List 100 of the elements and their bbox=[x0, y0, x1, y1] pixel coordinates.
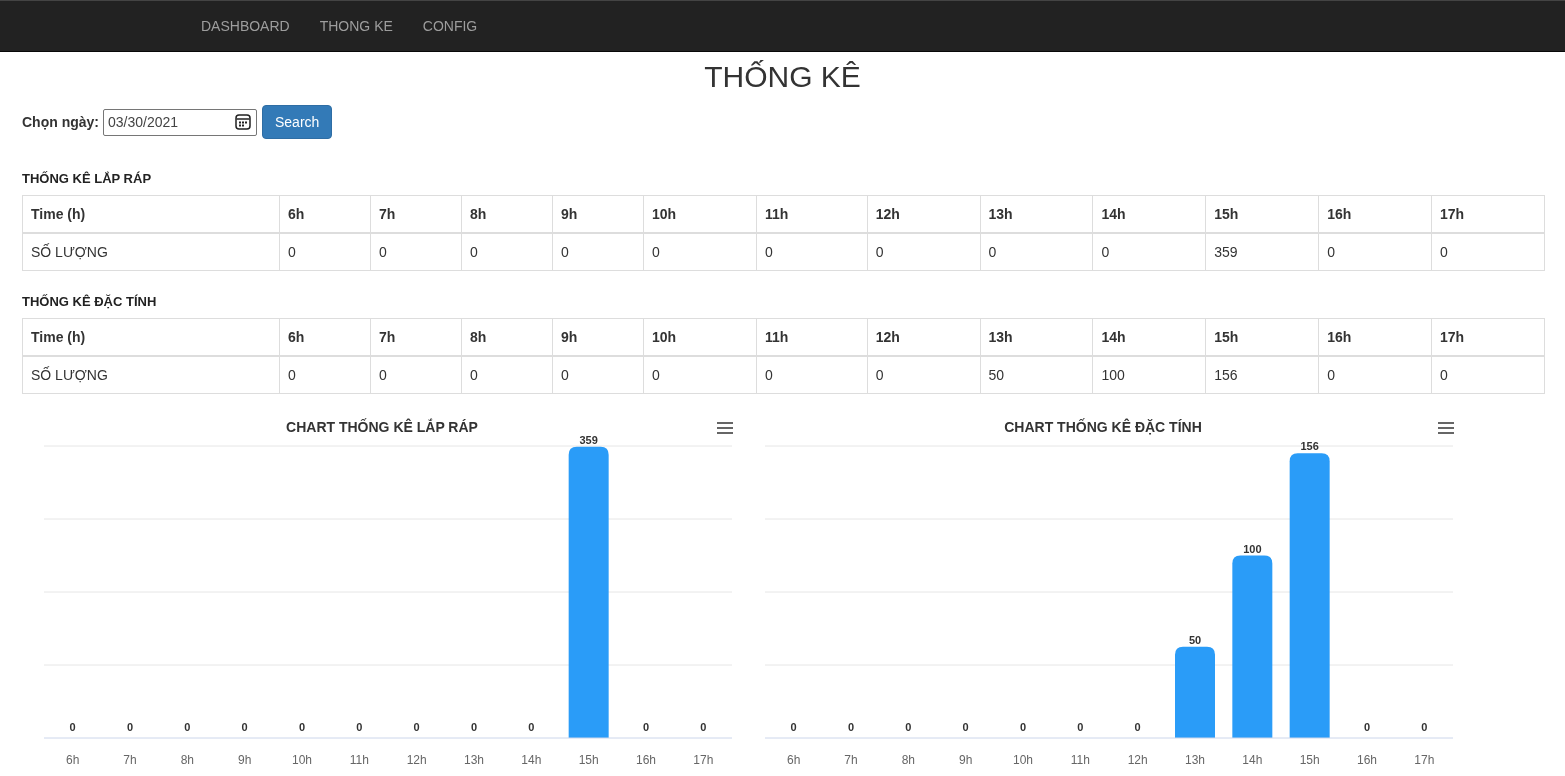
data-label: 0 bbox=[790, 721, 797, 733]
section-heading: THỐNG KÊ LẮP RÁP bbox=[22, 170, 153, 188]
table-cell: 0 bbox=[756, 356, 868, 394]
column-header: 15h bbox=[1205, 318, 1319, 356]
column-header: 13h bbox=[980, 318, 1093, 356]
page-title: THỐNG KÊ bbox=[703, 60, 862, 93]
table-cell: 0 bbox=[1431, 356, 1545, 394]
table-cell: 0 bbox=[643, 356, 757, 394]
column-header: 7h bbox=[370, 195, 462, 233]
data-label: 0 bbox=[241, 721, 248, 733]
data-label: 0 bbox=[1421, 721, 1428, 733]
axis-label: 14h bbox=[1242, 753, 1263, 767]
section-heading: THỐNG KÊ ĐẶC TÍNH bbox=[22, 293, 158, 311]
axis-label: 7h bbox=[123, 753, 137, 767]
table-cell: 50 bbox=[980, 356, 1093, 394]
table-cell: 0 bbox=[370, 356, 462, 394]
column-header: 6h bbox=[279, 318, 371, 356]
data-label: 0 bbox=[962, 721, 969, 733]
axis-label: 13h bbox=[464, 753, 484, 767]
data-label: 0 bbox=[470, 721, 478, 733]
column-header: 7h bbox=[370, 318, 462, 356]
table-cell: 0 bbox=[552, 356, 644, 394]
axis-label: 17h bbox=[1414, 753, 1435, 767]
column-header: 13h bbox=[980, 195, 1093, 233]
nav-link[interactable]: THONG KE bbox=[304, 1, 408, 51]
column-header: 8h bbox=[461, 318, 553, 356]
column-header: 14h bbox=[1092, 195, 1206, 233]
column-header: 11h bbox=[756, 195, 868, 233]
data-label: 359 bbox=[579, 433, 598, 446]
axis-label: 17h bbox=[693, 753, 714, 767]
table-cell: 0 bbox=[461, 233, 553, 271]
column-header: 9h bbox=[552, 195, 644, 233]
axis-label: 16h bbox=[1357, 753, 1377, 767]
chart-title: CHART THỐNG KÊ ĐẶC TÍNH bbox=[1004, 419, 1202, 435]
table-cell: SỐ LƯỢNG bbox=[22, 356, 280, 394]
data-label: 0 bbox=[700, 721, 707, 733]
axis-label: 16h bbox=[636, 753, 656, 767]
table-cell: 0 bbox=[1318, 233, 1432, 271]
axis-label: 8h bbox=[901, 753, 915, 767]
axis-label: 8h bbox=[180, 753, 194, 767]
table-cell: 0 bbox=[756, 233, 868, 271]
axis-label: 6h bbox=[66, 753, 80, 767]
column-header: 14h bbox=[1092, 318, 1206, 356]
data-label: 0 bbox=[69, 721, 76, 733]
column-header: 16h bbox=[1318, 318, 1432, 356]
column-header: 11h bbox=[756, 318, 868, 356]
table-cell: 0 bbox=[370, 233, 462, 271]
table-cell: 0 bbox=[980, 233, 1093, 271]
axis-label: 10h bbox=[292, 753, 312, 767]
table-cell: 0 bbox=[552, 233, 644, 271]
table-cell: 0 bbox=[279, 233, 371, 271]
data-label: 0 bbox=[1077, 721, 1084, 733]
axis-label: 10h bbox=[1013, 753, 1033, 767]
axis-label: 12h bbox=[1127, 753, 1148, 767]
date-field[interactable]: 03/30/2021 bbox=[103, 108, 257, 136]
search-button[interactable]: Search bbox=[262, 105, 333, 139]
data-label: 0 bbox=[642, 721, 650, 733]
table-cell: 0 bbox=[867, 356, 981, 394]
data-label: 0 bbox=[1019, 721, 1027, 733]
table-cell: SỐ LƯỢNG bbox=[22, 233, 280, 271]
menu-icon[interactable] bbox=[716, 422, 734, 434]
column-header: 16h bbox=[1318, 195, 1432, 233]
data-label: 0 bbox=[905, 721, 912, 733]
table-cell: 0 bbox=[1318, 356, 1432, 394]
data-label: 0 bbox=[413, 721, 420, 733]
table-cell: 0 bbox=[1431, 233, 1545, 271]
column-header: 6h bbox=[279, 195, 371, 233]
column-header: 9h bbox=[552, 318, 644, 356]
axis-label: 13h bbox=[1185, 753, 1205, 767]
data-label: 0 bbox=[184, 721, 191, 733]
axis-label: 11h bbox=[1070, 753, 1090, 767]
data-label: 50 bbox=[1188, 633, 1202, 646]
column-header: Time (h) bbox=[22, 318, 280, 356]
table-cell: 100 bbox=[1092, 356, 1206, 394]
data-label: 0 bbox=[528, 721, 535, 733]
column-header: 12h bbox=[867, 195, 981, 233]
table-cell: 0 bbox=[867, 233, 981, 271]
axis-label: 15h bbox=[578, 753, 599, 767]
calendar-icon[interactable] bbox=[235, 114, 251, 130]
date-label: Chọn ngày: bbox=[22, 114, 99, 130]
table-cell: 0 bbox=[279, 356, 371, 394]
column-header: 15h bbox=[1205, 195, 1319, 233]
axis-label: 9h bbox=[238, 753, 252, 767]
nav-link[interactable]: CONFIG bbox=[407, 1, 493, 51]
data-label: 0 bbox=[847, 721, 855, 733]
data-label: 100 bbox=[1243, 542, 1262, 555]
data-label: 0 bbox=[1363, 721, 1371, 733]
table-cell: 0 bbox=[461, 356, 553, 394]
axis-label: 6h bbox=[787, 753, 801, 767]
axis-label: 9h bbox=[959, 753, 973, 767]
column-header: 10h bbox=[643, 318, 757, 356]
axis-label: 11h bbox=[349, 753, 369, 767]
data-label: 0 bbox=[356, 721, 363, 733]
column-header: Time (h) bbox=[22, 195, 280, 233]
data-label: 0 bbox=[126, 721, 134, 733]
menu-icon[interactable] bbox=[1437, 422, 1455, 434]
axis-label: 7h bbox=[844, 753, 858, 767]
axis-label: 15h bbox=[1299, 753, 1320, 767]
column-header: 17h bbox=[1431, 195, 1545, 233]
nav-link[interactable]: DASHBOARD bbox=[186, 1, 305, 51]
